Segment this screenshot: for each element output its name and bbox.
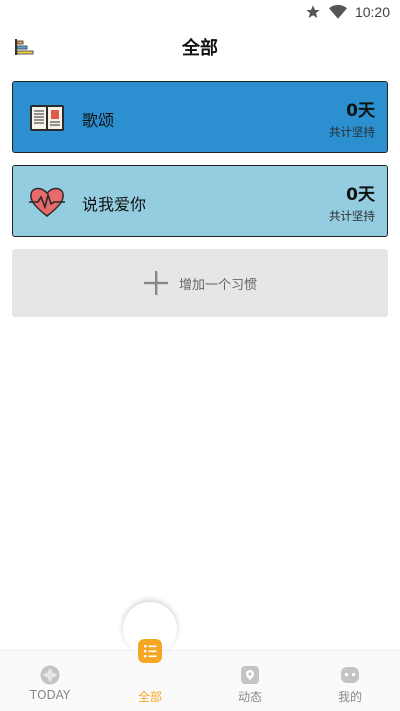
plus-icon <box>143 271 168 295</box>
add-habit-label: 增加一个习惯 <box>178 277 257 293</box>
nav-label: 动态 <box>237 690 262 704</box>
feed-icon <box>241 666 259 684</box>
star-icon <box>306 5 320 18</box>
habit-name: 歌颂 <box>82 111 115 130</box>
header: 全部 <box>0 28 400 66</box>
habit-card[interactable]: 歌颂 0天 共计坚持 <box>12 81 388 153</box>
habit-days: 0天 <box>346 101 375 121</box>
habit-days: 0天 <box>346 185 375 205</box>
nav-label: TODAY <box>29 688 71 702</box>
heartbeat-icon <box>29 187 65 217</box>
habit-card[interactable]: 说我爱你 0天 共计坚持 <box>12 165 388 237</box>
nav-label: 全部 <box>137 690 162 704</box>
habit-caption: 共计坚持 <box>329 125 375 139</box>
page-title: 全部 <box>182 38 218 59</box>
add-habit-button[interactable]: 增加一个习惯 <box>12 249 388 317</box>
nav-label: 我的 <box>337 690 362 704</box>
wifi-icon <box>328 4 347 19</box>
profile-icon <box>341 667 359 683</box>
habit-name: 说我爱你 <box>82 195 147 214</box>
nav-item-feed[interactable]: 动态 <box>200 651 300 711</box>
checklist-icon[interactable] <box>138 639 162 663</box>
habit-caption: 共计坚持 <box>329 209 375 223</box>
menu-icon[interactable] <box>14 38 36 56</box>
nav-item-today[interactable]: TODAY <box>0 651 100 711</box>
status-time: 10:20 <box>354 4 390 20</box>
bottom-nav: TODAY 全部 动态 我的 <box>0 650 400 711</box>
book-icon <box>30 105 64 131</box>
status-bar: 10:20 <box>0 0 400 24</box>
nav-item-profile[interactable]: 我的 <box>300 651 400 711</box>
clover-icon <box>40 665 60 685</box>
